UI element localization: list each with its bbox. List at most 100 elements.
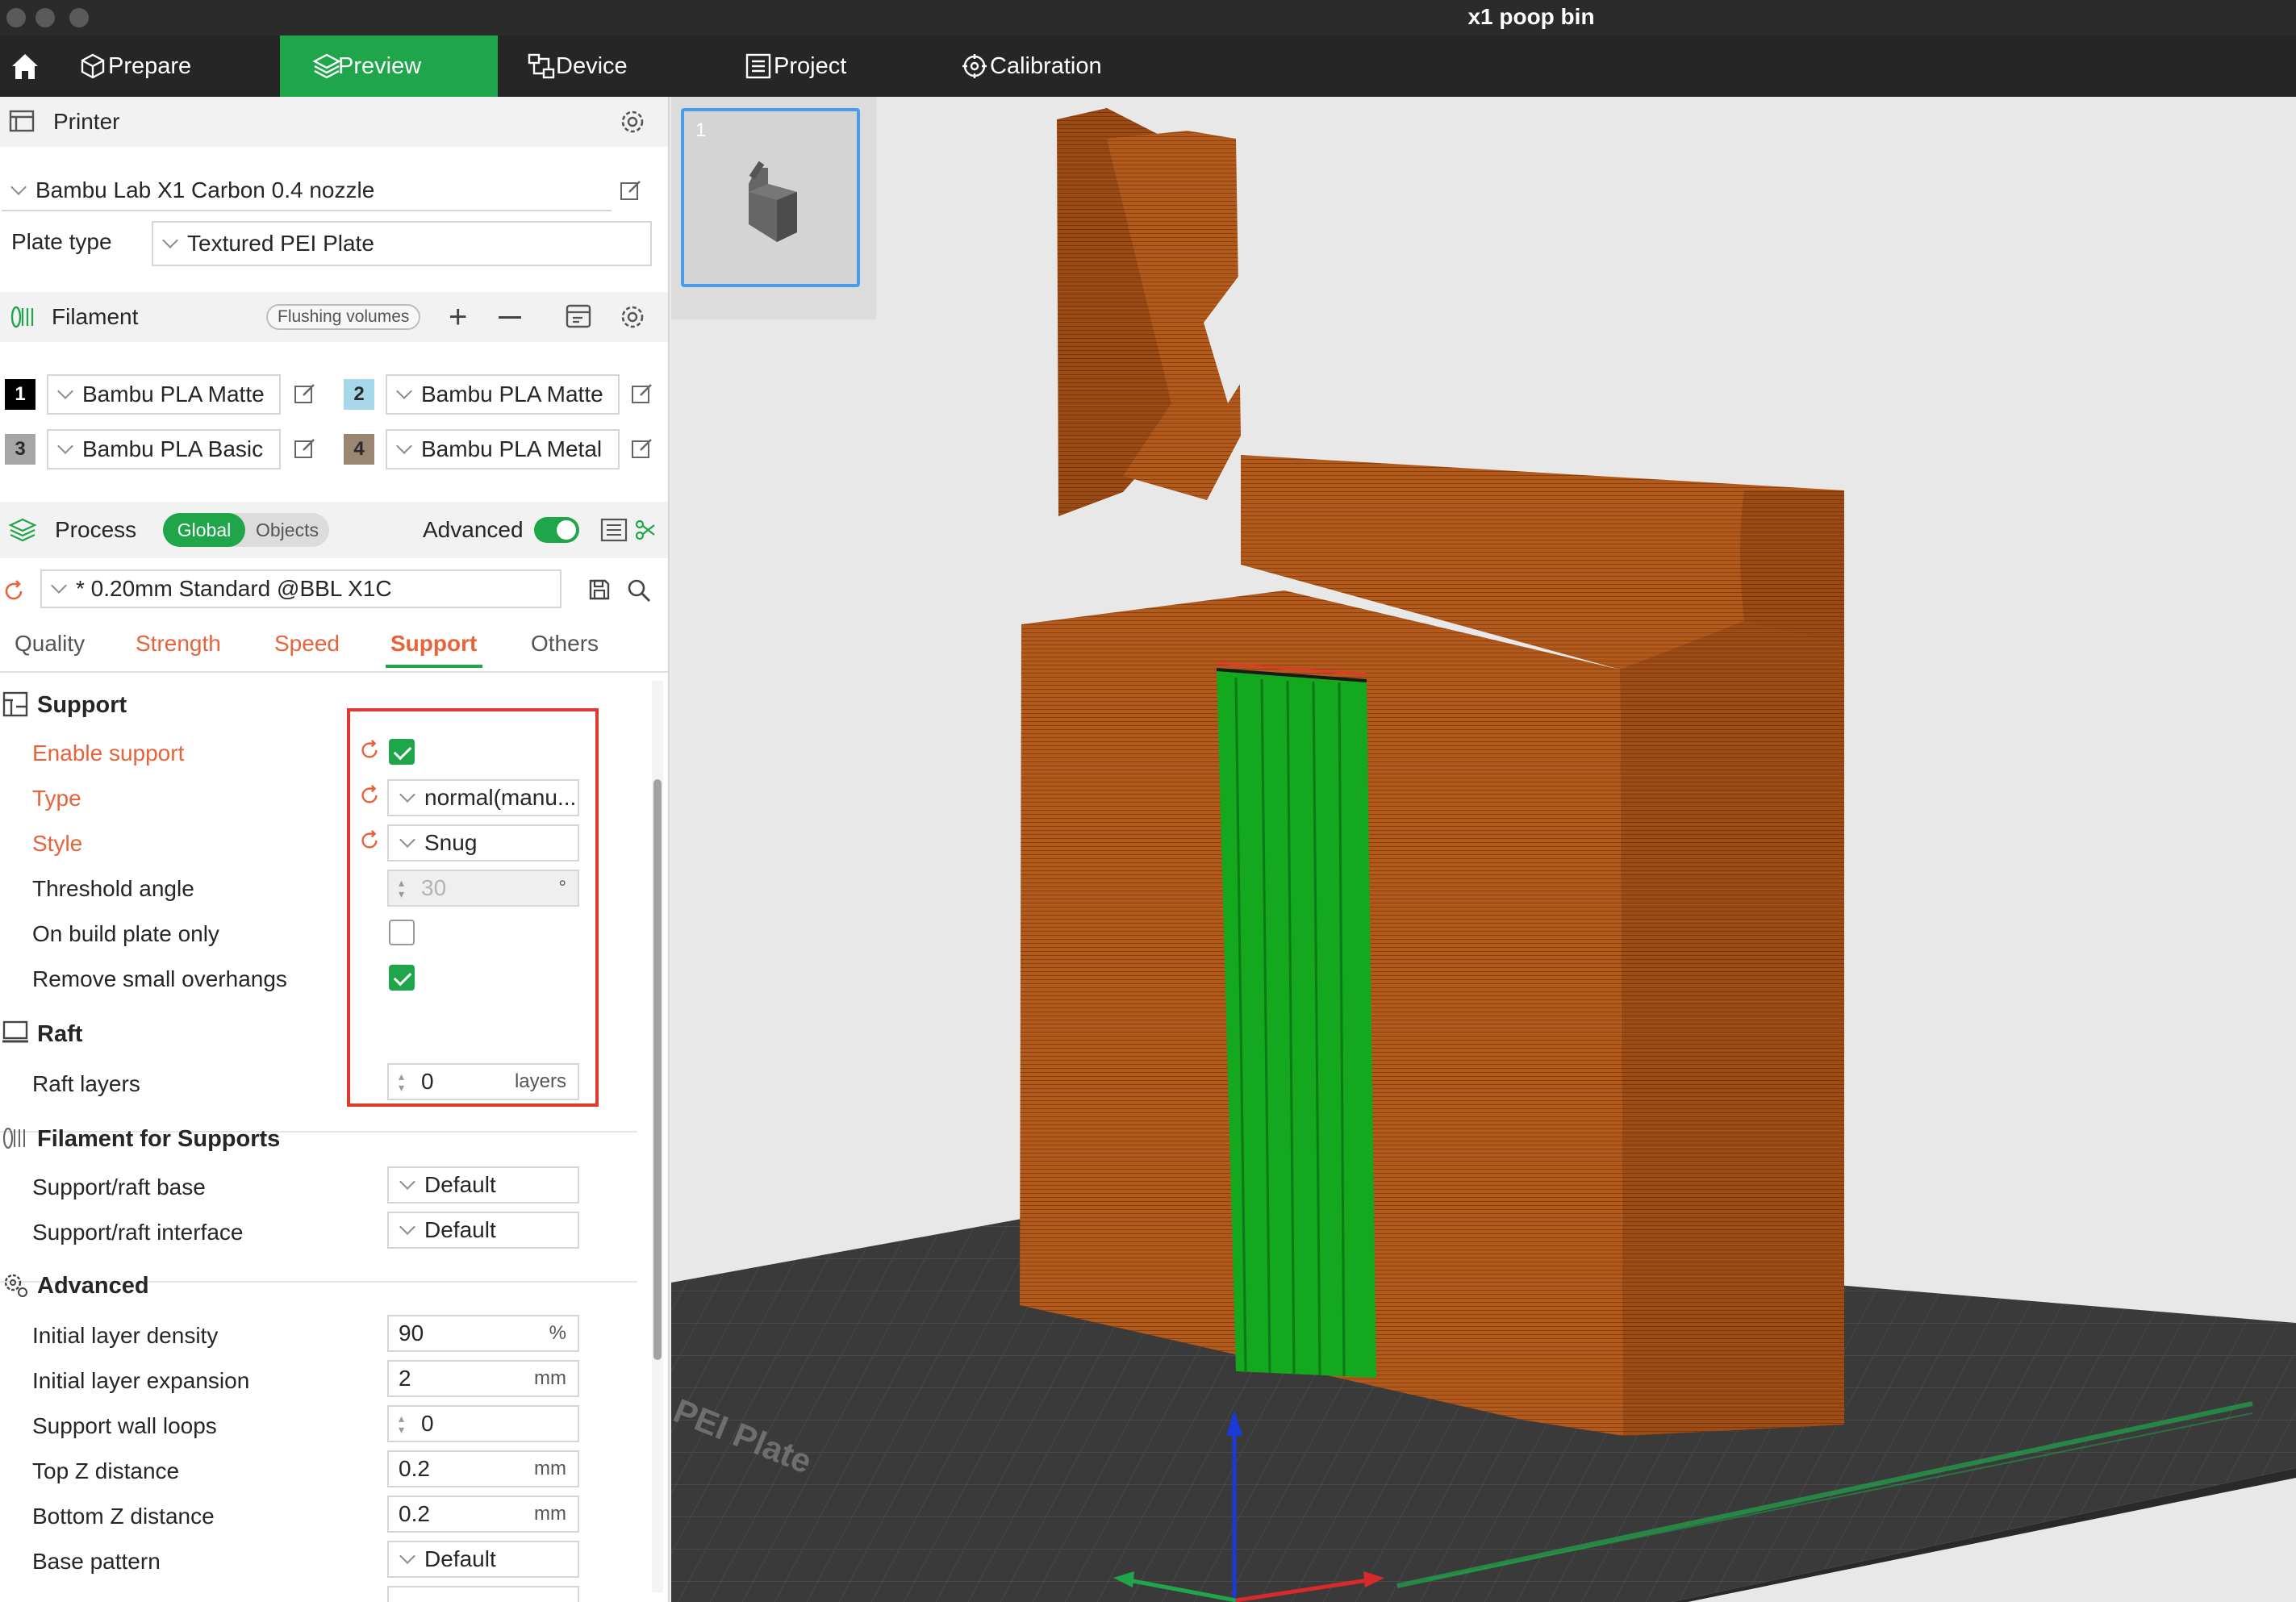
process-list-icon[interactable] <box>600 518 628 542</box>
filament-supports-icon <box>2 1127 25 1149</box>
home-button[interactable] <box>0 35 50 97</box>
tab-device[interactable]: Device <box>498 35 716 97</box>
support-icon <box>2 691 28 717</box>
top-z-distance-label: Top Z distance <box>32 1458 180 1483</box>
initial-layer-density-unit: % <box>549 1322 566 1344</box>
tab-quality[interactable]: Quality <box>15 631 85 657</box>
filament-1-name: Bambu PLA Matte <box>82 382 265 407</box>
tab-calibration[interactable]: Calibration <box>932 35 1174 97</box>
filament-1-select[interactable]: Bambu PLA Matte <box>47 374 281 415</box>
tab-strength[interactable]: Strength <box>136 631 221 657</box>
filament-4-swatch[interactable]: 4 <box>344 434 374 465</box>
project-icon <box>745 53 771 79</box>
tab-others[interactable]: Others <box>531 631 599 657</box>
edit-filament-1-icon[interactable] <box>294 382 316 405</box>
support-wall-loops-value: 0 <box>421 1411 434 1436</box>
printer-title: Printer <box>53 109 120 134</box>
filament-3-name: Bambu PLA Basic <box>82 436 264 461</box>
active-tab-indicator <box>386 665 482 668</box>
threshold-angle-label: Threshold angle <box>32 876 194 901</box>
chevron-down-icon <box>399 1548 415 1564</box>
support-type-label: Type <box>32 786 81 811</box>
tab-preview[interactable]: Preview <box>280 35 498 97</box>
top-z-distance-value: 0.2 <box>399 1456 430 1481</box>
base-pattern-select[interactable]: Default <box>387 1541 579 1578</box>
tab-support[interactable]: Support <box>390 631 477 657</box>
printer-select[interactable]: Bambu Lab X1 Carbon 0.4 nozzle <box>2 171 612 211</box>
top-z-distance-unit: mm <box>534 1458 566 1479</box>
window-title: x1 poop bin <box>1467 4 1595 29</box>
support-wall-loops-input[interactable]: ▴ ▾ 0 <box>387 1405 579 1442</box>
filament-supports-group-title: Filament for Supports <box>37 1126 281 1152</box>
search-icon[interactable] <box>626 578 652 603</box>
window-title-bar: x1 poop bin <box>0 0 2296 35</box>
filament-3-swatch[interactable]: 3 <box>5 434 35 465</box>
support-interface-label: Support/raft interface <box>32 1220 244 1245</box>
printer-icon <box>9 110 35 132</box>
process-layers-icon <box>8 518 37 542</box>
3d-preview-viewport[interactable]: 1 PEI Plate <box>671 97 2296 1602</box>
advanced-label: Advanced <box>423 517 524 542</box>
edit-printer-icon[interactable] <box>620 179 642 202</box>
next-field-partial <box>387 1586 579 1602</box>
filament-settings-gear-icon[interactable] <box>618 302 647 332</box>
plate-type-label: Plate type <box>11 229 112 254</box>
save-preset-icon[interactable] <box>587 578 612 602</box>
home-icon <box>12 54 38 79</box>
chevron-down-icon <box>51 578 67 594</box>
preset-reset-icon[interactable] <box>2 579 26 603</box>
initial-layer-expansion-input[interactable]: 2 mm <box>387 1360 579 1397</box>
filament-2-swatch[interactable]: 2 <box>344 379 374 410</box>
process-scope-toggle[interactable]: Global Objects <box>163 513 329 547</box>
process-compare-icon[interactable] <box>634 519 657 541</box>
scope-global-option[interactable]: Global <box>163 513 245 547</box>
raft-layers-label: Raft layers <box>32 1071 140 1096</box>
sync-ams-icon[interactable] <box>565 303 594 331</box>
advanced-gear-icon <box>4 1274 27 1297</box>
chevron-down-icon <box>399 1174 415 1190</box>
settings-sidebar: Printer Bambu Lab X1 Carbon 0.4 nozzle P… <box>0 97 670 1602</box>
remove-filament-button[interactable] <box>499 315 521 319</box>
flushing-volumes-button[interactable]: Flushing volumes <box>266 304 421 330</box>
top-z-distance-input[interactable]: 0.2 mm <box>387 1450 579 1487</box>
tab-device-label: Device <box>556 52 628 79</box>
process-preset-value: * 0.20mm Standard @BBL X1C <box>76 576 392 601</box>
add-filament-button[interactable]: + <box>449 301 467 333</box>
tab-preview-label: Preview <box>338 52 422 79</box>
spinner-arrows-icon: ▴ ▾ <box>399 1412 405 1436</box>
tab-project[interactable]: Project <box>716 35 932 97</box>
tab-speed[interactable]: Speed <box>274 631 340 657</box>
scrollbar-thumb[interactable] <box>653 779 662 1360</box>
filament-2-select[interactable]: Bambu PLA Matte <box>386 374 620 415</box>
process-preset-select[interactable]: * 0.20mm Standard @BBL X1C <box>40 569 561 608</box>
support-interface-value: Default <box>424 1217 496 1242</box>
filament-2-name: Bambu PLA Matte <box>421 382 603 407</box>
chevron-down-icon <box>10 179 27 195</box>
calibration-icon <box>962 54 987 78</box>
bottom-z-distance-label: Bottom Z distance <box>32 1504 215 1529</box>
raft-layers-input[interactable]: ▴ ▾ 0 layers <box>387 1063 579 1100</box>
device-icon <box>528 53 555 79</box>
filament-4-select[interactable]: Bambu PLA Metal <box>386 429 620 469</box>
edit-filament-4-icon[interactable] <box>631 437 653 460</box>
chevron-down-icon <box>162 232 178 248</box>
support-interface-select[interactable]: Default <box>387 1212 579 1249</box>
filament-3-select[interactable]: Bambu PLA Basic <box>47 429 281 469</box>
support-base-select[interactable]: Default <box>387 1166 579 1204</box>
printer-settings-gear-icon[interactable] <box>618 107 647 136</box>
initial-layer-density-input[interactable]: 90 % <box>387 1315 579 1352</box>
chevron-down-icon <box>57 383 73 399</box>
bottom-z-distance-input[interactable]: 0.2 mm <box>387 1496 579 1533</box>
edit-filament-2-icon[interactable] <box>631 382 653 405</box>
model-body <box>1020 108 1844 1436</box>
tab-prepare[interactable]: Prepare <box>50 35 280 97</box>
settings-scrollbar[interactable] <box>652 681 663 1592</box>
edit-filament-3-icon[interactable] <box>294 437 316 460</box>
chevron-down-icon <box>57 438 73 454</box>
support-base-value: Default <box>424 1172 496 1197</box>
process-title: Process <box>55 517 137 542</box>
advanced-toggle[interactable] <box>534 517 579 543</box>
plate-type-select[interactable]: Textured PEI Plate <box>152 221 652 266</box>
scope-objects-option[interactable]: Objects <box>245 519 329 541</box>
filament-1-swatch[interactable]: 1 <box>5 379 35 410</box>
